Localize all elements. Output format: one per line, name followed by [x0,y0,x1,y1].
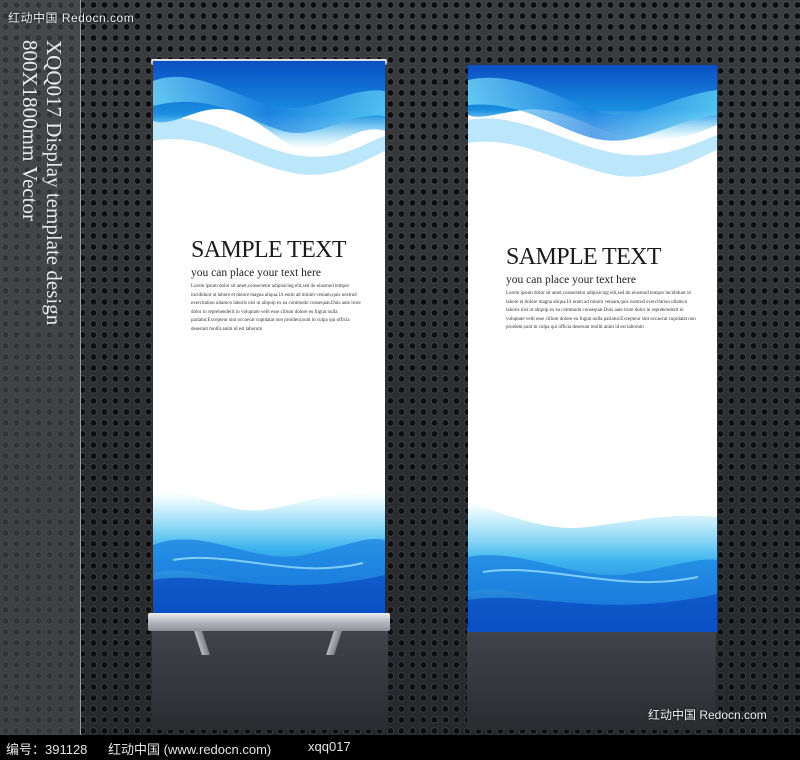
sample-subheading: you can place your text here [191,267,321,279]
wave-bottom-graphic [153,492,385,615]
banner-text-block: SAMPLE TEXT you can place your text here… [191,236,365,334]
sample-heading: SAMPLE TEXT [506,244,662,270]
watermark-top: 红动中国 Redocn.com [8,11,135,25]
wave-top-graphic [153,61,385,175]
side-title-strip: XQQ017 Display template design 800X1800m… [0,0,81,735]
wave-bottom-graphic [468,502,717,632]
footer-id: 编号：391128 [6,742,88,757]
footer-code: xqq017 [308,739,351,754]
footer-site: 红动中国 (www.redocn.com) [108,742,272,757]
sample-body-text: Lorem ipsum dolor sit amet,consectetur a… [191,284,361,332]
floor-shadow-left [152,628,388,730]
rollup-banner-right: SAMPLE TEXT you can place your text here… [468,65,717,632]
banner-text-block: SAMPLE TEXT you can place your text here… [506,243,697,333]
sample-heading: SAMPLE TEXT [191,237,347,263]
wave-top-graphic [468,65,717,177]
banner-base [148,613,390,631]
sample-subheading: you can place your text here [506,274,636,286]
footer-bar: 编号：391128 红动中国 (www.redocn.com) xqq017 [0,735,800,760]
perforated-metal-background: XQQ017 Display template design 800X1800m… [0,0,800,735]
sample-body-text: Lorem ipsum dolor sit amet,consectetur a… [506,291,696,330]
rollup-banner-left: SAMPLE TEXT you can place your text here… [153,61,385,615]
side-title: XQQ017 Display template design 800X1800m… [18,40,66,326]
watermark-bottom: 红动中国 Redocn.com [648,708,767,722]
